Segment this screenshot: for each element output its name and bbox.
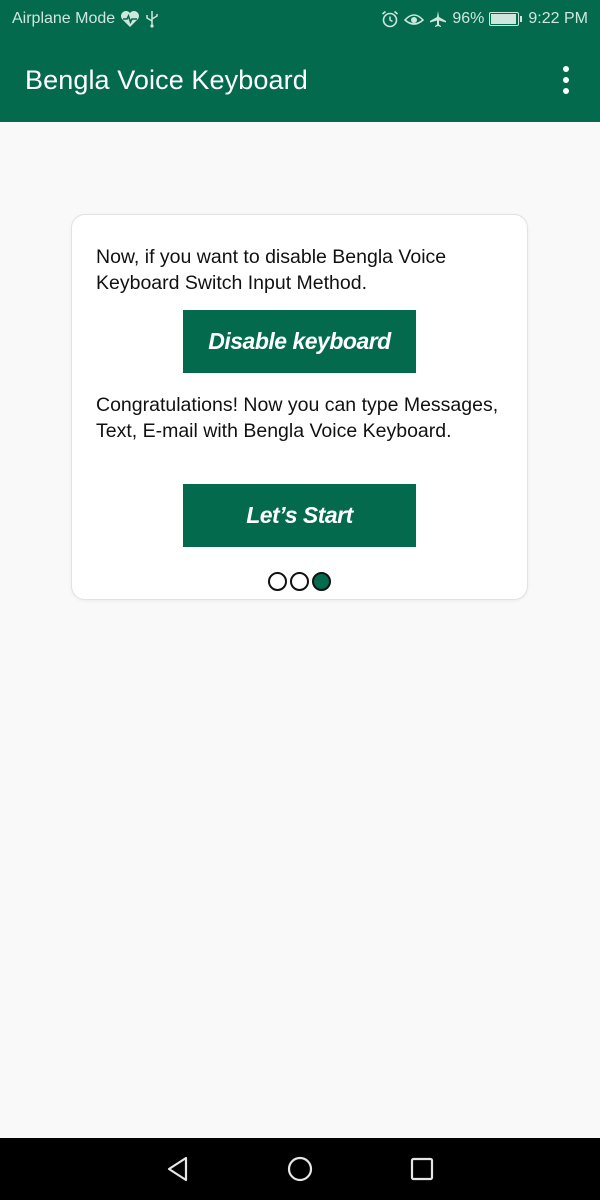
page-indicator xyxy=(72,572,527,591)
recents-icon[interactable] xyxy=(403,1150,441,1188)
more-vert-icon[interactable] xyxy=(554,60,578,100)
usb-icon xyxy=(145,10,159,28)
battery-percent: 96% xyxy=(452,10,485,27)
heart-pulse-icon xyxy=(120,10,140,28)
status-right: 96% 9:22 PM xyxy=(381,10,588,28)
congratulations-text: Congratulations! Now you can type Messag… xyxy=(96,394,499,442)
home-icon[interactable] xyxy=(281,1150,319,1188)
disable-instruction-text: Now, if you want to disable Bengla Voice… xyxy=(96,246,447,294)
page-dot xyxy=(268,572,287,591)
menu-dot xyxy=(563,66,569,72)
status-bar: Airplane Mode 96% 9:22 PM xyxy=(0,0,600,38)
eye-icon xyxy=(404,11,425,27)
app-bar: Bengla Voice Keyboard xyxy=(0,38,600,122)
clock: 9:22 PM xyxy=(528,10,588,27)
airplane-icon xyxy=(429,10,447,28)
page-dot xyxy=(290,572,309,591)
setup-card: Now, if you want to disable Bengla Voice… xyxy=(71,214,528,600)
back-icon[interactable] xyxy=(159,1150,197,1188)
menu-dot xyxy=(563,77,569,83)
airplane-mode-label: Airplane Mode xyxy=(12,10,116,27)
status-left: Airplane Mode xyxy=(12,10,159,28)
page-dot-active xyxy=(312,572,331,591)
menu-dot xyxy=(563,88,569,94)
disable-keyboard-button[interactable]: Disable keyboard xyxy=(183,310,416,373)
alarm-icon xyxy=(381,10,399,28)
app-title: Bengla Voice Keyboard xyxy=(25,64,308,95)
battery-icon xyxy=(489,12,523,26)
lets-start-button[interactable]: Let’s Start xyxy=(183,484,416,547)
battery-level xyxy=(491,14,517,24)
navigation-bar xyxy=(0,1138,600,1200)
